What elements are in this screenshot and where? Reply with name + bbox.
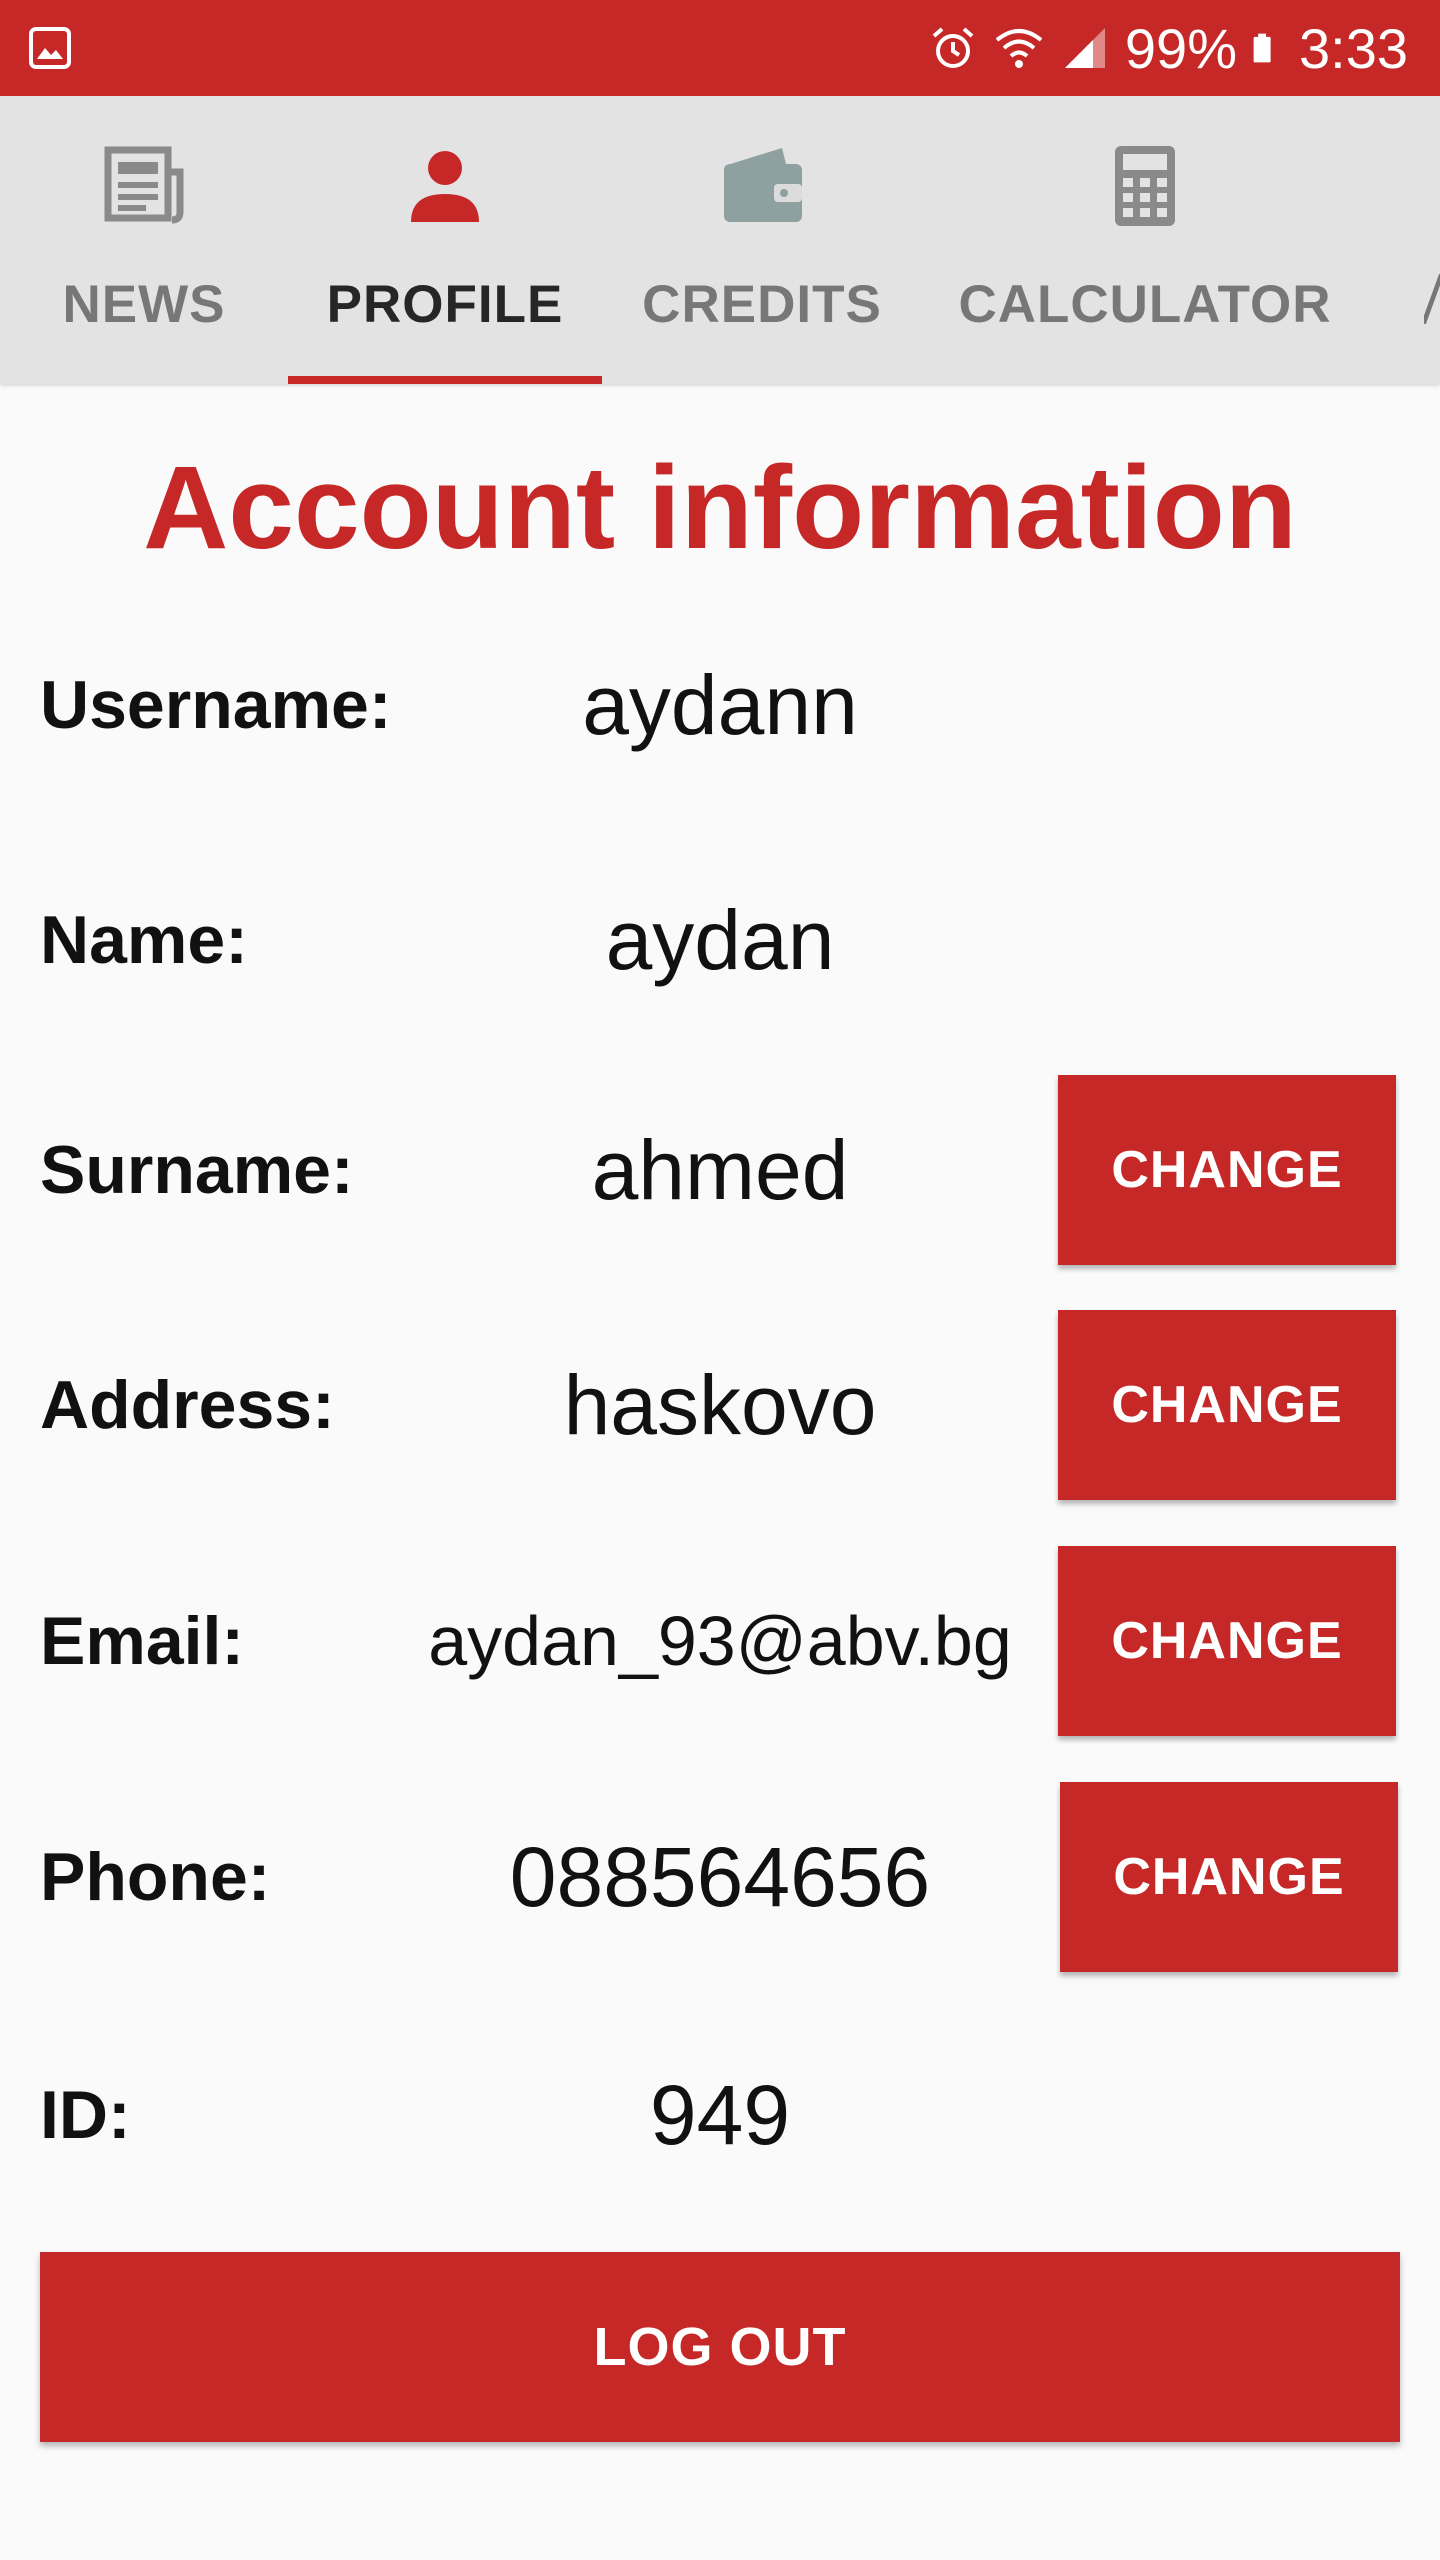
field-value: haskovo: [563, 1358, 877, 1452]
tab-label: CREDITS: [642, 275, 882, 334]
wallet-icon: [724, 148, 802, 222]
status-bar: 99% 3:33: [0, 0, 1440, 96]
field-value: aydan: [605, 893, 835, 987]
tab-label: CALCULATOR: [958, 275, 1332, 334]
tab-overflow-edge[interactable]: [1428, 380, 1434, 384]
wifi-icon: [995, 29, 1043, 68]
signal-icon: [1064, 28, 1105, 68]
tab-credits[interactable]: CREDITS: [602, 96, 922, 384]
tab-overflow-glyph: [1424, 274, 1440, 334]
calculator-icon: [1115, 146, 1175, 226]
field-value: ahmed: [591, 1123, 849, 1217]
newspaper-icon: [104, 146, 184, 224]
field-row-name: Name: aydan: [0, 845, 1440, 1035]
change-email-button[interactable]: CHANGE: [1058, 1546, 1396, 1736]
logout-button[interactable]: LOG OUT: [40, 2252, 1400, 2442]
field-row-address: Address: haskovo CHANGE: [0, 1310, 1440, 1500]
field-label: Username:: [40, 667, 392, 743]
field-value: 088564656: [509, 1830, 931, 1924]
tab-news[interactable]: NEWS: [0, 96, 288, 384]
field-row-id: ID: 949: [0, 2020, 1440, 2210]
gallery-icon: [29, 27, 71, 69]
active-tab-indicator: [288, 376, 602, 384]
field-value: aydann: [582, 658, 858, 752]
clock: 3:33: [1299, 16, 1408, 80]
field-label: Surname:: [40, 1132, 354, 1208]
change-address-button[interactable]: CHANGE: [1058, 1310, 1396, 1500]
tab-calculator[interactable]: CALCULATOR: [922, 96, 1368, 384]
field-label: ID:: [40, 2077, 131, 2153]
tab-label: NEWS: [62, 275, 226, 334]
battery-icon: [1253, 33, 1271, 63]
field-row-email: Email: aydan_93@abv.bg CHANGE: [0, 1546, 1440, 1736]
change-phone-button[interactable]: CHANGE: [1060, 1782, 1398, 1972]
tab-profile[interactable]: PROFILE: [288, 96, 602, 384]
tab-label: PROFILE: [326, 275, 564, 334]
field-label: Email:: [40, 1603, 245, 1679]
field-row-username: Username: aydann: [0, 610, 1440, 800]
field-label: Address:: [40, 1367, 335, 1443]
field-label: Phone:: [40, 1839, 271, 1915]
alarm-icon: [932, 27, 974, 68]
field-value: 949: [649, 2068, 791, 2162]
page-title: Account information: [143, 442, 1297, 574]
battery-percent: 99%: [1124, 16, 1237, 80]
field-label: Name:: [40, 902, 248, 978]
field-value: aydan_93@abv.bg: [428, 1602, 1012, 1680]
field-row-phone: Phone: 088564656 CHANGE: [0, 1782, 1440, 1972]
change-surname-button[interactable]: CHANGE: [1058, 1075, 1396, 1265]
person-icon: [411, 151, 479, 222]
tab-bar: NEWS PROFILE CREDITS CALCULATOR: [0, 96, 1440, 384]
field-row-surname: Surname: ahmed CHANGE: [0, 1075, 1440, 1265]
